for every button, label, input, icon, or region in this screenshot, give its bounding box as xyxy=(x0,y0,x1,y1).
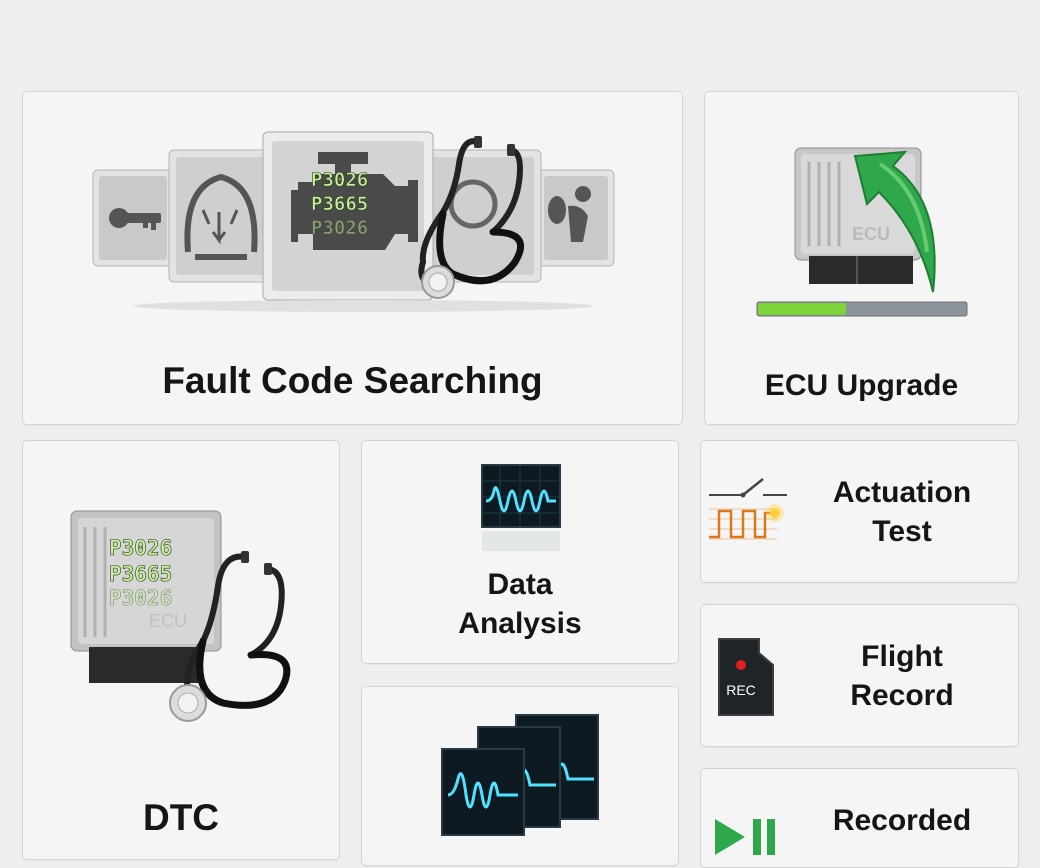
upgrade-progress-bar xyxy=(756,301,968,317)
dtc-code-2: P3665 xyxy=(109,562,172,586)
fault-code-3: P3026 xyxy=(311,217,368,239)
fault-code-searching-tile[interactable]: P3026 P3665 P3026 Fault Code Searching xyxy=(22,91,683,425)
dtc-label: DTC xyxy=(142,797,220,838)
dtc-illustration: ECU P3026 P3665 P3026 xyxy=(70,510,291,722)
data-analysis-label: Data Analysis xyxy=(362,565,678,643)
ecu-upgrade-illustration: ECU xyxy=(756,147,968,317)
actuation-test-line2: Test xyxy=(872,515,932,548)
actuation-test-label: Actuation Test xyxy=(809,473,995,551)
recorded-label: Recorded xyxy=(809,801,995,840)
flight-record-line2: Record xyxy=(850,679,954,712)
flight-record-line1: Flight xyxy=(861,640,943,673)
flight-record-tile[interactable]: REC Flight Record xyxy=(700,604,1019,747)
recorded-tile[interactable]: Recorded xyxy=(700,768,1019,868)
dtc-chip-text: ECU xyxy=(149,611,187,631)
dtc-code-3: P3026 xyxy=(109,586,172,610)
fault-code-cards-icon: P3026 P3665 P3026 xyxy=(92,131,615,312)
multi-waveform-tile[interactable] xyxy=(361,686,679,866)
actuation-test-tile[interactable]: Actuation Test xyxy=(700,440,1019,583)
actuation-test-line1: Actuation xyxy=(832,476,972,509)
play-pause-icon xyxy=(715,819,775,855)
fault-code-searching-label: Fault Code Searching xyxy=(162,360,543,401)
data-analysis-line1: Data xyxy=(487,568,553,601)
dtc-tile[interactable]: ECU P3026 P3665 P3026 DTC xyxy=(22,440,340,860)
ecu-upgrade-label: ECU Upgrade xyxy=(764,369,959,402)
data-analysis-line2: Analysis xyxy=(458,607,582,640)
flight-record-label: Flight Record xyxy=(809,637,995,715)
fault-code-2: P3665 xyxy=(311,193,368,215)
fault-code-1: P3026 xyxy=(311,169,368,191)
ecu-chip-text: ECU xyxy=(852,224,890,244)
waveform-icon xyxy=(481,464,561,551)
actuator-switch-icon xyxy=(709,478,787,540)
ecu-upgrade-tile[interactable]: ECU ECU Upgrade xyxy=(704,91,1019,425)
sd-card-icon: REC xyxy=(718,638,774,716)
data-analysis-tile[interactable]: Data Analysis xyxy=(361,440,679,664)
recorded-line1: Recorded xyxy=(832,804,972,837)
dtc-code-1: P3026 xyxy=(109,536,172,560)
waveform-icon xyxy=(441,714,599,836)
sd-card-text: REC xyxy=(726,682,756,698)
